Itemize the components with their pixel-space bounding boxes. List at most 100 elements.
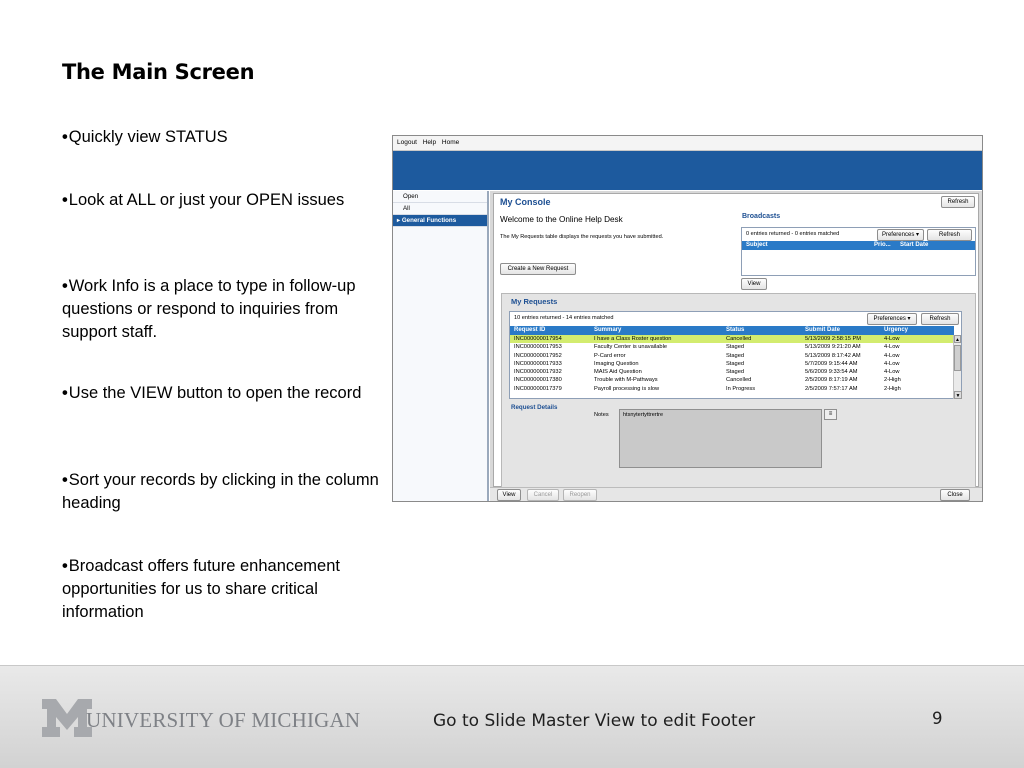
my-requests-title: My Requests bbox=[511, 297, 558, 306]
app-menu-bar: Logout Help Home bbox=[393, 136, 982, 151]
requests-preferences-label: Preferences bbox=[873, 316, 906, 322]
bullet-text: Broadcast offers future enhancement oppo… bbox=[62, 557, 340, 621]
broadcasts-refresh-button[interactable]: Refresh bbox=[927, 229, 972, 241]
bullet-item: •Look at ALL or just your OPEN issues bbox=[62, 189, 380, 212]
bullet-glyph: • bbox=[62, 128, 68, 146]
cell-request-id: INC000000017932 bbox=[514, 369, 562, 376]
notes-label: Notes bbox=[594, 412, 609, 418]
requests-header: Request ID Summary Status Submit Date Ur… bbox=[510, 326, 954, 335]
cell-urgency: 4-Low bbox=[884, 360, 900, 367]
cancel-button[interactable]: Cancel bbox=[527, 489, 559, 501]
cell-submit-date: 5/13/2009 2:58:15 PM bbox=[805, 336, 861, 342]
create-request-button[interactable]: Create a New Request bbox=[500, 263, 576, 275]
reopen-button[interactable]: Reopen bbox=[563, 489, 597, 501]
cell-status: Staged bbox=[726, 369, 745, 376]
cell-submit-date: 2/5/2009 8:17:19 AM bbox=[805, 377, 858, 384]
bullet-glyph: • bbox=[62, 471, 68, 489]
console-title: My Console bbox=[500, 197, 551, 207]
broadcasts-table: 0 entries returned - 0 entries matched P… bbox=[741, 227, 976, 276]
menu-help[interactable]: Help bbox=[423, 139, 436, 146]
cell-submit-date: 5/6/2009 9:33:54 AM bbox=[805, 369, 858, 376]
cell-request-id: INC000000017954 bbox=[514, 336, 562, 342]
bullet-text: Look at ALL or just your OPEN issues bbox=[68, 191, 345, 209]
cell-status: In Progress bbox=[726, 385, 756, 392]
col-request-id[interactable]: Request ID bbox=[514, 326, 590, 335]
bullet-item: •Quickly view STATUS bbox=[62, 126, 380, 149]
scroll-down-icon[interactable]: ▼ bbox=[954, 391, 962, 399]
broadcasts-count: 0 entries returned - 0 entries matched bbox=[746, 231, 840, 237]
broadcasts-view-button[interactable]: View bbox=[741, 278, 767, 290]
console-bottom-bar: View Cancel Reopen Close bbox=[490, 487, 982, 501]
my-console-panel: My Console Refresh Welcome to the Online… bbox=[493, 193, 979, 488]
cell-request-id: INC000000017380 bbox=[514, 377, 562, 384]
table-row[interactable]: INC000000017933 Imaging Question Staged … bbox=[510, 360, 954, 368]
col-status[interactable]: Status bbox=[726, 326, 802, 335]
welcome-heading: Welcome to the Online Help Desk bbox=[500, 215, 623, 224]
scroll-thumb[interactable] bbox=[954, 345, 961, 371]
broadcasts-header: Subject Prio... Start Date bbox=[742, 241, 975, 250]
cell-request-id: INC000000017379 bbox=[514, 385, 562, 392]
cell-summary: P-Card error bbox=[594, 352, 626, 359]
col-urgency[interactable]: Urgency bbox=[884, 326, 950, 335]
table-row[interactable]: INC000000017379 Payroll processing is sl… bbox=[510, 385, 954, 393]
requests-preferences-button[interactable]: Preferences ▾ bbox=[867, 313, 917, 325]
view-button[interactable]: View bbox=[497, 489, 521, 501]
my-requests-count: 10 entries returned - 14 entries matched bbox=[514, 315, 614, 321]
caret-down-icon: ▾ bbox=[916, 232, 920, 238]
cell-summary: Imaging Question bbox=[594, 360, 639, 367]
cell-urgency: 4-Low bbox=[884, 336, 900, 342]
requests-scrollbar[interactable]: ▲ ▼ bbox=[953, 335, 962, 399]
cell-request-id: INC000000017953 bbox=[514, 344, 562, 351]
requests-refresh-button[interactable]: Refresh bbox=[921, 313, 959, 325]
close-button[interactable]: Close bbox=[940, 489, 970, 501]
block-m-logo-icon bbox=[42, 699, 92, 737]
request-details-title: Request Details bbox=[511, 404, 558, 411]
my-requests-table: 10 entries returned - 14 entries matched… bbox=[509, 311, 962, 399]
col-summary[interactable]: Summary bbox=[594, 326, 722, 335]
col-start-date[interactable]: Start Date bbox=[900, 241, 928, 250]
scroll-up-icon[interactable]: ▲ bbox=[954, 335, 961, 343]
menu-logout[interactable]: Logout bbox=[397, 139, 417, 146]
col-priority[interactable]: Prio... bbox=[874, 241, 891, 250]
bullet-glyph: • bbox=[62, 277, 68, 295]
cell-urgency: 2-High bbox=[884, 385, 901, 392]
cell-submit-date: 5/13/2009 8:17:42 AM bbox=[805, 352, 861, 359]
bullet-text: Work Info is a place to type in follow-u… bbox=[62, 277, 356, 341]
cell-status: Staged bbox=[726, 344, 745, 351]
page-number: 9 bbox=[932, 709, 943, 728]
cell-summary: I have a Class Roster question bbox=[594, 336, 672, 342]
cell-status: Cancelled bbox=[726, 377, 752, 384]
bullet-glyph: • bbox=[62, 557, 68, 575]
table-row[interactable]: INC000000017932 MAIS Aid Question Staged… bbox=[510, 368, 954, 376]
bullet-text: Quickly view STATUS bbox=[68, 128, 228, 146]
table-row[interactable]: INC000000017952 P-Card error Staged 5/13… bbox=[510, 352, 954, 360]
col-subject[interactable]: Subject bbox=[746, 241, 768, 250]
table-row[interactable]: INC000000017954 I have a Class Roster qu… bbox=[510, 335, 954, 344]
university-logo-text: UNIVERSITY OF MICHIGAN bbox=[86, 708, 361, 732]
bullet-text: Sort your records by clicking in the col… bbox=[62, 471, 379, 512]
bullet-item: •Sort your records by clicking in the co… bbox=[62, 469, 380, 515]
cell-status: Cancelled bbox=[726, 336, 752, 342]
table-row[interactable]: INC000000017380 Trouble with M-Pathways … bbox=[510, 376, 954, 384]
console-refresh-button[interactable]: Refresh bbox=[941, 196, 975, 208]
notes-field[interactable]: htsnytertyttrertre bbox=[619, 409, 822, 468]
nav-all[interactable]: All bbox=[393, 203, 487, 215]
broadcasts-preferences-button[interactable]: Preferences ▾ bbox=[877, 229, 924, 241]
caret-down-icon: ▾ bbox=[907, 316, 911, 322]
nav-open[interactable]: Open bbox=[393, 191, 487, 203]
bullet-glyph: • bbox=[62, 191, 68, 209]
left-navigation: Open All ▸ General Functions bbox=[393, 191, 489, 501]
cell-submit-date: 5/7/2009 9:15:44 AM bbox=[805, 360, 858, 367]
table-row[interactable]: INC000000017953 Faculty Center is unavai… bbox=[510, 343, 954, 351]
nav-general-functions[interactable]: ▸ General Functions bbox=[393, 215, 487, 227]
cell-urgency: 4-Low bbox=[884, 344, 900, 351]
cell-request-id: INC000000017952 bbox=[514, 352, 562, 359]
cell-summary: Payroll processing is slow bbox=[594, 385, 660, 392]
cell-status: Staged bbox=[726, 360, 745, 367]
cell-summary: MAIS Aid Question bbox=[594, 369, 642, 376]
cell-submit-date: 5/13/2009 9:21:20 AM bbox=[805, 344, 861, 351]
col-submit-date[interactable]: Submit Date bbox=[805, 326, 881, 335]
menu-home[interactable]: Home bbox=[442, 139, 459, 146]
welcome-description: The My Requests table displays the reque… bbox=[500, 234, 664, 240]
notes-expand-icon[interactable]: ≡ bbox=[824, 409, 837, 420]
